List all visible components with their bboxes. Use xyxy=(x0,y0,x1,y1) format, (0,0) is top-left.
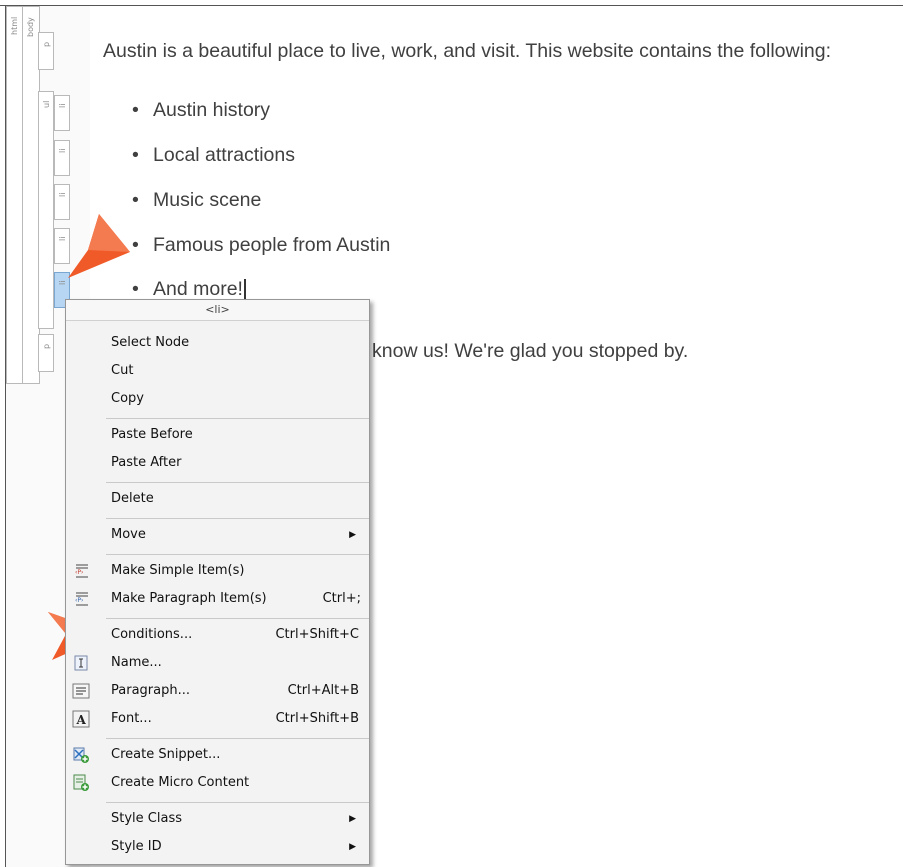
bullet: • xyxy=(132,234,139,256)
li-bar-label: li xyxy=(58,148,67,153)
menu-item-select-node[interactable]: Select Node xyxy=(111,330,359,356)
ul-structure-bar[interactable]: ul xyxy=(38,91,54,329)
closing-paragraph[interactable]: know us! We're glad you stopped by. xyxy=(372,340,688,363)
menu-item-label: Style ID xyxy=(111,839,162,854)
list-item-text: Austin history xyxy=(153,99,271,121)
list-item-text: Famous people from Austin xyxy=(153,234,391,256)
submenu-arrow-icon: ▶ xyxy=(349,814,356,824)
html-bar-label: html xyxy=(10,16,19,35)
li-bar-label: li xyxy=(58,236,67,241)
menu-item-label: Name... xyxy=(111,655,162,670)
menu-item-label: Style Class xyxy=(111,811,182,826)
menu-item-move[interactable]: Move ▶ xyxy=(111,522,359,548)
menu-item-make-simple-items[interactable]: Make Simple Item(s) xyxy=(111,558,359,584)
menu-item-name[interactable]: Name... xyxy=(111,650,359,676)
menu-item-label: Conditions... xyxy=(111,627,193,642)
menu-separator xyxy=(106,418,369,419)
menu-item-label: Move xyxy=(111,527,146,542)
menu-item-label: Cut xyxy=(111,363,134,378)
menu-separator xyxy=(106,518,369,519)
list-item[interactable]: • Local attractions xyxy=(132,144,295,167)
menu-item-label: Paste Before xyxy=(111,427,193,442)
paragraph-icon xyxy=(72,682,90,700)
create-snippet-icon xyxy=(72,746,90,764)
bullet: • xyxy=(132,278,139,300)
menu-item-label: Copy xyxy=(111,391,144,406)
menu-item-label: Create Snippet... xyxy=(111,747,221,762)
li-bar-label: li xyxy=(58,103,67,108)
micro-content-icon xyxy=(72,774,90,792)
menu-item-label: Font... xyxy=(111,711,152,726)
name-icon xyxy=(72,654,90,672)
menu-item-shortcut: Ctrl+; xyxy=(322,591,361,606)
menu-item-shortcut: Ctrl+Alt+B xyxy=(287,683,359,698)
menu-item-shortcut: Ctrl+Shift+B xyxy=(275,711,359,726)
menu-item-paste-after[interactable]: Paste After xyxy=(111,450,359,476)
li-structure-bar[interactable]: li xyxy=(54,140,70,176)
context-menu-header: <li> xyxy=(66,300,369,321)
menu-item-label: Select Node xyxy=(111,335,190,350)
menu-item-label: Delete xyxy=(111,491,154,506)
li-bar-label: li xyxy=(58,280,67,285)
svg-text:‹P›: ‹P› xyxy=(75,597,83,604)
p-bar-label: p xyxy=(42,41,51,47)
menu-item-make-paragraph-items[interactable]: Make Paragraph Item(s) Ctrl+; xyxy=(111,586,361,612)
menu-item-style-id[interactable]: Style ID ▶ xyxy=(111,834,359,860)
menu-item-style-class[interactable]: Style Class ▶ xyxy=(111,806,359,832)
menu-separator xyxy=(106,554,369,555)
bullet: • xyxy=(132,99,139,121)
menu-item-font[interactable]: Font... Ctrl+Shift+B xyxy=(111,706,359,732)
p-bar-label: p xyxy=(42,343,51,349)
bullet: • xyxy=(132,189,139,211)
p-structure-bar[interactable]: p xyxy=(38,334,54,372)
li-structure-bar[interactable]: li xyxy=(54,95,70,131)
submenu-arrow-icon: ▶ xyxy=(349,842,356,852)
menu-separator xyxy=(106,738,369,739)
simple-item-icon: ‹P› xyxy=(72,562,90,580)
pointer-arrow-icon xyxy=(68,214,130,278)
font-icon: A xyxy=(72,710,90,728)
menu-item-cut[interactable]: Cut xyxy=(111,358,359,384)
list-item[interactable]: • And more! xyxy=(132,278,246,301)
frame-top-border xyxy=(0,5,903,6)
menu-item-shortcut: Ctrl+Shift+C xyxy=(275,627,359,642)
menu-separator xyxy=(106,482,369,483)
list-item-text: Music scene xyxy=(153,189,262,211)
menu-item-label: Create Micro Content xyxy=(111,775,250,790)
text-cursor xyxy=(243,279,246,301)
svg-text:A: A xyxy=(76,713,87,727)
list-item-text: Local attractions xyxy=(153,144,295,166)
context-menu: <li> Select Node Cut Copy Paste Before P… xyxy=(65,299,370,865)
menu-item-label: Make Paragraph Item(s) xyxy=(111,591,267,606)
conditions-icon xyxy=(72,626,90,644)
menu-item-label: Paste After xyxy=(111,455,182,470)
menu-item-paste-before[interactable]: Paste Before xyxy=(111,422,359,448)
menu-item-copy[interactable]: Copy xyxy=(111,386,359,412)
list-item-text: And more! xyxy=(153,278,243,300)
menu-item-label: Paragraph... xyxy=(111,683,190,698)
menu-item-paragraph[interactable]: Paragraph... Ctrl+Alt+B xyxy=(111,678,359,704)
intro-paragraph[interactable]: Austin is a beautiful place to live, wor… xyxy=(103,40,831,63)
menu-separator xyxy=(106,802,369,803)
p-structure-bar[interactable]: p xyxy=(38,32,54,70)
menu-separator xyxy=(106,618,369,619)
li-bar-label: li xyxy=(58,192,67,197)
menu-item-delete[interactable]: Delete xyxy=(111,486,359,512)
paragraph-item-icon: ‹P› xyxy=(72,590,90,608)
menu-item-create-snippet[interactable]: Create Snippet... xyxy=(111,742,359,768)
submenu-arrow-icon: ▶ xyxy=(349,530,356,540)
menu-item-conditions[interactable]: Conditions... Ctrl+Shift+C xyxy=(111,622,359,648)
bullet: • xyxy=(132,144,139,166)
svg-text:‹P›: ‹P› xyxy=(75,569,83,576)
menu-item-label: Make Simple Item(s) xyxy=(111,563,245,578)
list-item[interactable]: • Music scene xyxy=(132,189,261,212)
body-bar-label: body xyxy=(26,17,35,37)
menu-item-create-micro-content[interactable]: Create Micro Content xyxy=(111,770,359,796)
ul-bar-label: ul xyxy=(42,100,51,108)
list-item[interactable]: • Austin history xyxy=(132,99,270,122)
list-item[interactable]: • Famous people from Austin xyxy=(132,234,390,257)
